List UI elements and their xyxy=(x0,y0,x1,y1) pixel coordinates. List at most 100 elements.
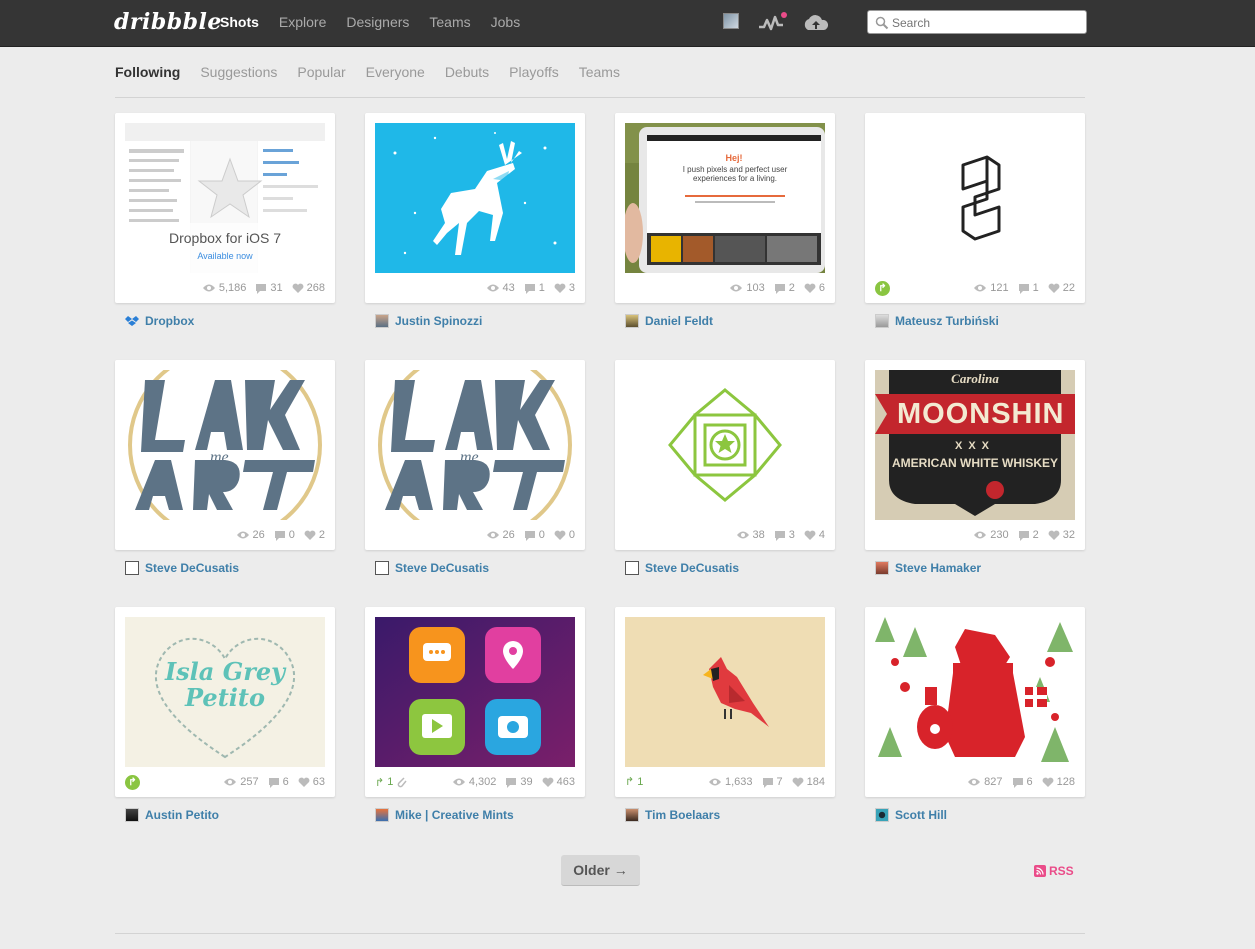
author-avatar[interactable] xyxy=(625,808,639,822)
nav-teams[interactable]: Teams xyxy=(429,14,470,30)
comments-count[interactable]: 6 xyxy=(1012,776,1033,788)
likes-count[interactable]: 0 xyxy=(554,529,575,541)
shot-card[interactable]: me 26 0 2 xyxy=(115,360,335,550)
author-avatar[interactable] xyxy=(625,561,639,575)
shot-thumbnail[interactable]: me xyxy=(375,370,575,520)
nav-shots[interactable]: Shots xyxy=(220,14,259,30)
nav-designers[interactable]: Designers xyxy=(346,14,409,30)
author-name[interactable]: Dropbox xyxy=(145,314,194,328)
rebound-indicator[interactable]: ↱ 1 xyxy=(625,775,643,789)
nav-explore[interactable]: Explore xyxy=(279,14,326,30)
comments-count[interactable]: 1 xyxy=(524,282,545,294)
shot-card[interactable]: 38 3 4 xyxy=(615,360,835,550)
search-input[interactable] xyxy=(892,14,1082,31)
likes-count[interactable]: 128 xyxy=(1042,776,1075,788)
shot-author[interactable]: Steve DeCusatis xyxy=(625,561,739,575)
likes-count[interactable]: 63 xyxy=(298,776,325,788)
shot-author[interactable]: Scott Hill xyxy=(875,808,947,822)
rebound-indicator[interactable]: ↱ xyxy=(875,281,890,296)
older-button[interactable]: Older → xyxy=(561,855,640,886)
comments-count[interactable]: 2 xyxy=(1018,529,1039,541)
author-name[interactable]: Daniel Feldt xyxy=(645,314,713,328)
author-avatar[interactable] xyxy=(125,808,139,822)
comments-count[interactable]: 2 xyxy=(774,282,795,294)
shot-card[interactable]: me 26 0 0 xyxy=(365,360,585,550)
shot-thumbnail[interactable] xyxy=(625,617,825,767)
likes-count[interactable]: 22 xyxy=(1048,282,1075,294)
author-avatar[interactable] xyxy=(375,561,389,575)
comments-count[interactable]: 7 xyxy=(762,776,783,788)
likes-count[interactable]: 32 xyxy=(1048,529,1075,541)
comments-count[interactable]: 3 xyxy=(774,529,795,541)
shot-card[interactable]: 827 6 128 xyxy=(865,607,1085,797)
shot-card[interactable]: Hej! I push pixels and perfect user expe… xyxy=(615,113,835,303)
shot-thumbnail[interactable]: me xyxy=(125,370,325,520)
likes-count[interactable]: 2 xyxy=(304,529,325,541)
upload-cloud-icon[interactable] xyxy=(801,12,831,34)
likes-count[interactable]: 3 xyxy=(554,282,575,294)
author-name[interactable]: Justin Spinozzi xyxy=(395,314,482,328)
shot-author[interactable]: Steve DeCusatis xyxy=(125,561,239,575)
author-name[interactable]: Mateusz Turbiński xyxy=(895,314,999,328)
shot-card[interactable]: ↱ 1 1,633 7 184 xyxy=(615,607,835,797)
search-box[interactable] xyxy=(867,10,1087,34)
likes-count[interactable]: 268 xyxy=(292,282,325,294)
author-avatar[interactable] xyxy=(625,314,639,328)
comments-count[interactable]: 39 xyxy=(505,776,533,788)
shot-card[interactable]: Isla Grey Petito ↱ 257 6 63 xyxy=(115,607,335,797)
author-avatar[interactable] xyxy=(375,314,389,328)
author-name[interactable]: Austin Petito xyxy=(145,808,219,822)
author-avatar[interactable] xyxy=(125,561,139,575)
comments-count[interactable]: 0 xyxy=(274,529,295,541)
shot-thumbnail[interactable]: Carolina MOONSHIN XXX AMERICAN WHITE WHI… xyxy=(875,370,1075,520)
shot-thumbnail[interactable]: Hej! I push pixels and perfect user expe… xyxy=(625,123,825,273)
shot-thumbnail[interactable] xyxy=(375,123,575,273)
author-name[interactable]: Steve Hamaker xyxy=(895,561,981,575)
shot-thumbnail[interactable] xyxy=(875,617,1075,767)
shot-thumbnail[interactable] xyxy=(875,123,1075,273)
comments-count[interactable]: 0 xyxy=(524,529,545,541)
shot-card[interactable]: ↱ 121 1 22 xyxy=(865,113,1085,303)
rss-label[interactable]: RSS xyxy=(1049,864,1074,878)
shot-card[interactable]: ↱ 1 4,302 39 463 xyxy=(365,607,585,797)
rebound-indicator[interactable]: ↱ 1 xyxy=(375,775,408,789)
shot-author[interactable]: Justin Spinozzi xyxy=(375,314,482,328)
user-avatar[interactable] xyxy=(723,13,739,29)
tab-playoffs[interactable]: Playoffs xyxy=(509,64,559,81)
author-name[interactable]: Steve DeCusatis xyxy=(395,561,489,575)
shot-card[interactable]: Dropbox for iOS 7 Available now 5,186 31… xyxy=(115,113,335,303)
shot-thumbnail[interactable]: Dropbox for iOS 7 Available now xyxy=(125,123,325,273)
activity-icon[interactable] xyxy=(758,11,788,33)
author-avatar[interactable] xyxy=(875,314,889,328)
tab-suggestions[interactable]: Suggestions xyxy=(200,64,277,81)
shot-author[interactable]: Steve DeCusatis xyxy=(375,561,489,575)
author-avatar[interactable] xyxy=(875,808,889,822)
comments-count[interactable]: 31 xyxy=(255,282,283,294)
author-name[interactable]: Tim Boelaars xyxy=(645,808,720,822)
author-name[interactable]: Steve DeCusatis xyxy=(145,561,239,575)
tab-everyone[interactable]: Everyone xyxy=(366,64,425,81)
shot-author[interactable]: Daniel Feldt xyxy=(625,314,713,328)
shot-thumbnail[interactable] xyxy=(375,617,575,767)
author-name[interactable]: Scott Hill xyxy=(895,808,947,822)
shot-author[interactable]: Steve Hamaker xyxy=(875,561,981,575)
shot-author[interactable]: Mateusz Turbiński xyxy=(875,314,999,328)
rss-link[interactable]: RSS xyxy=(1034,864,1074,878)
likes-count[interactable]: 463 xyxy=(542,776,575,788)
shot-thumbnail[interactable]: Isla Grey Petito xyxy=(125,617,325,767)
tab-following[interactable]: Following xyxy=(115,64,180,81)
shot-author[interactable]: Dropbox xyxy=(125,314,194,328)
shot-author[interactable]: Austin Petito xyxy=(125,808,219,822)
comments-count[interactable]: 6 xyxy=(268,776,289,788)
tab-popular[interactable]: Popular xyxy=(297,64,345,81)
nav-jobs[interactable]: Jobs xyxy=(491,14,521,30)
shot-card[interactable]: 43 1 3 xyxy=(365,113,585,303)
rebound-indicator[interactable]: ↱ xyxy=(125,775,140,790)
tab-teams[interactable]: Teams xyxy=(579,64,620,81)
shot-author[interactable]: Mike | Creative Mints xyxy=(375,808,514,822)
likes-count[interactable]: 4 xyxy=(804,529,825,541)
likes-count[interactable]: 184 xyxy=(792,776,825,788)
author-avatar[interactable] xyxy=(875,561,889,575)
tab-debuts[interactable]: Debuts xyxy=(445,64,489,81)
author-avatar[interactable] xyxy=(375,808,389,822)
